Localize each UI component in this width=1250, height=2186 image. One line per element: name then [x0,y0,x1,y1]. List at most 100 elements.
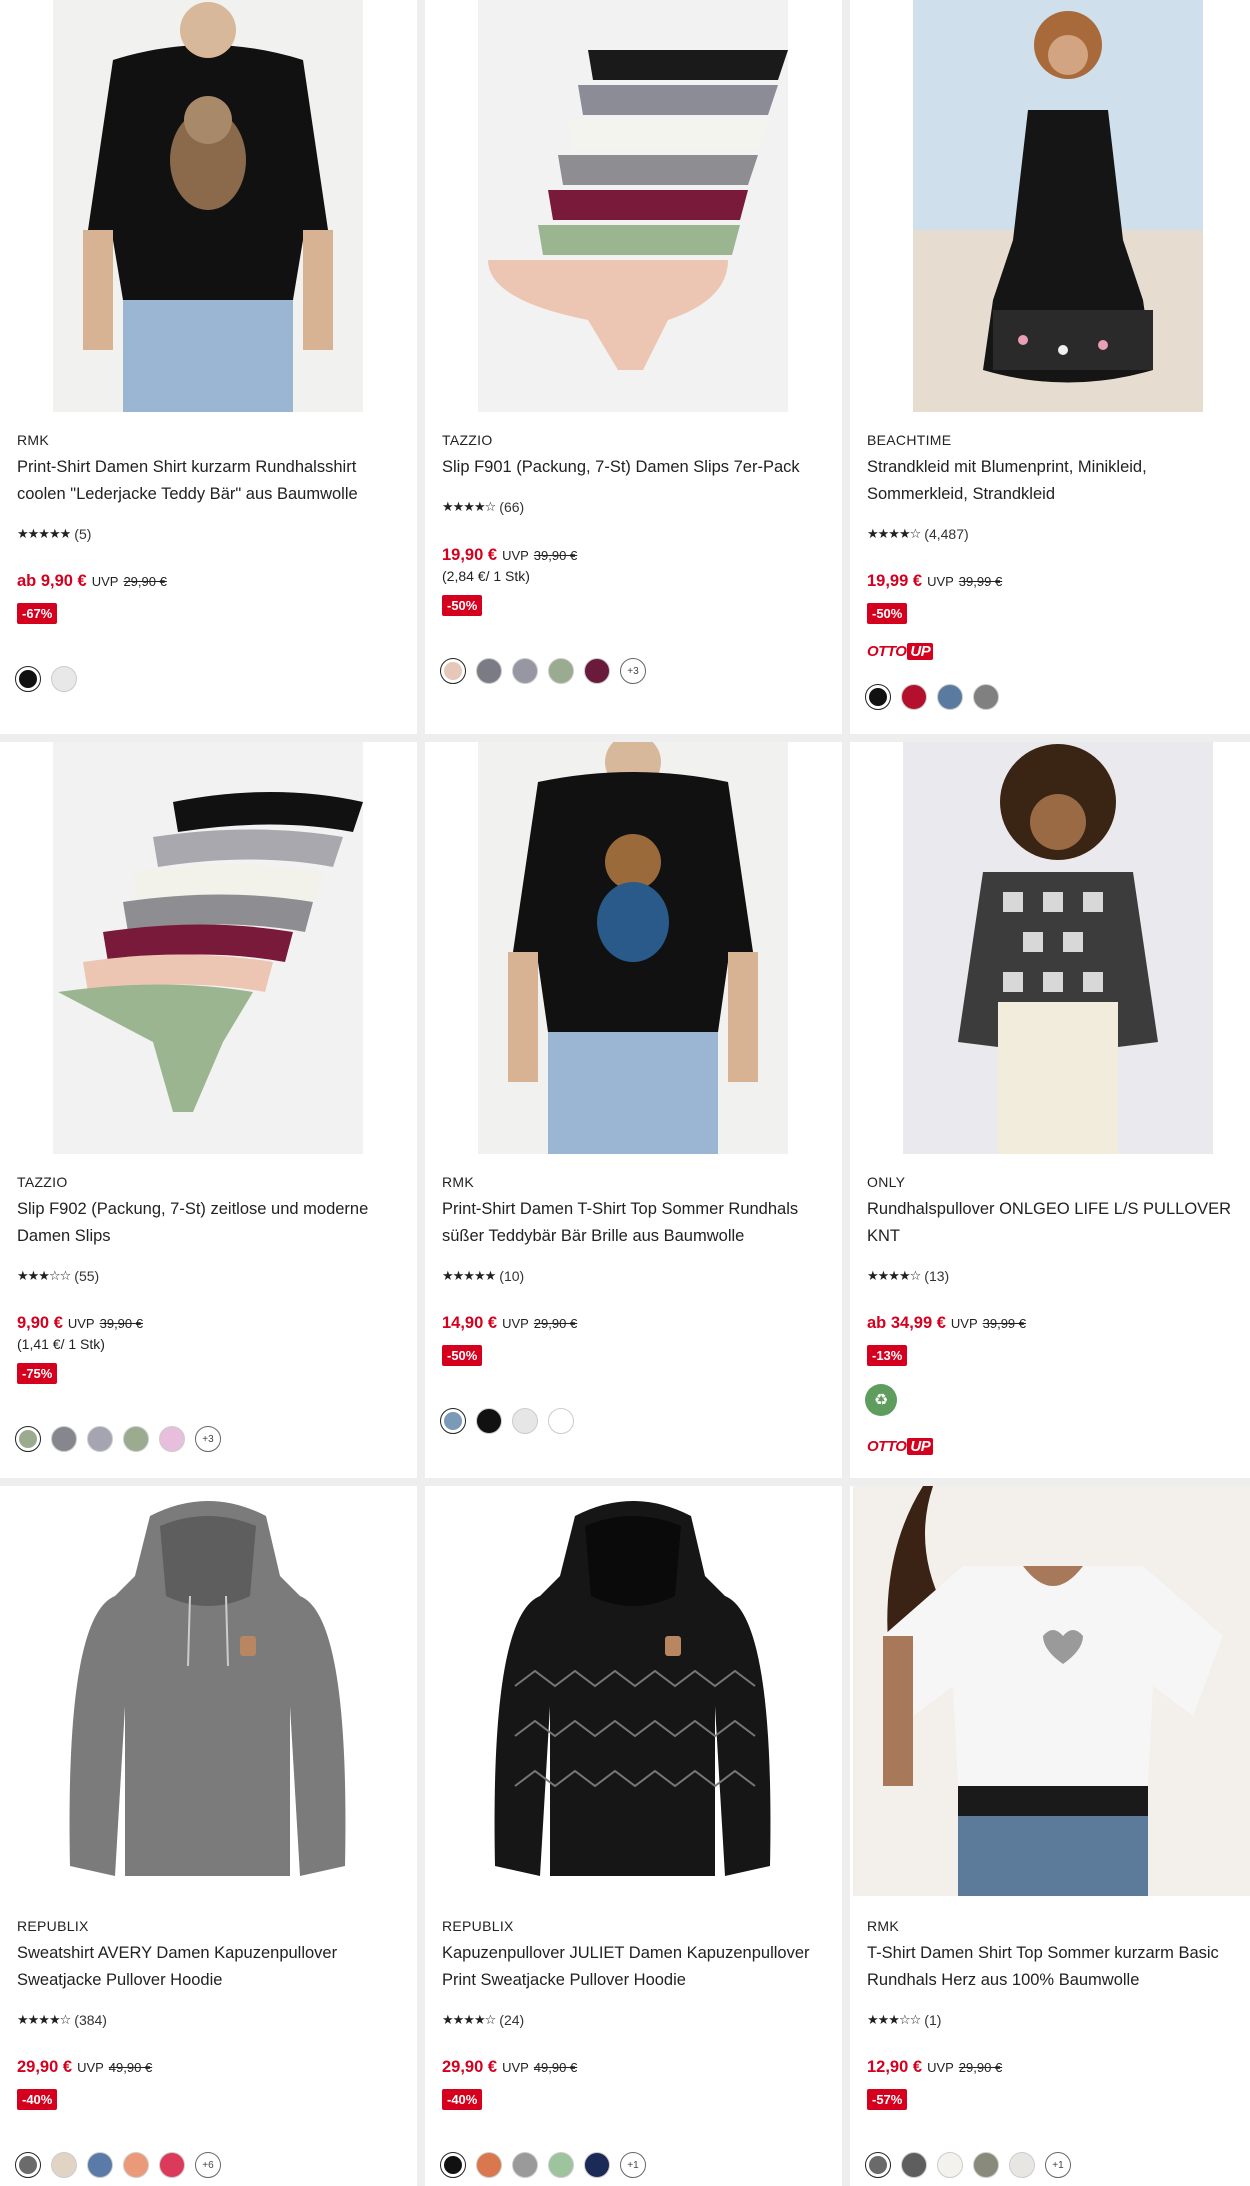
product-price: 9,90 € [17,1314,63,1332]
product-card[interactable]: BEACHTIME Strandkleid mit Blumenprint, M… [850,0,1250,734]
color-swatch[interactable] [512,658,538,684]
color-swatch[interactable] [51,1426,77,1452]
product-price: 14,90 € [442,1314,498,1332]
old-price: 39,99 € [958,574,1003,589]
color-swatch[interactable] [901,684,927,710]
old-price: 39,99 € [982,1316,1026,1331]
more-colors-button[interactable]: +1 [620,2152,646,2178]
review-count: (5) [74,526,92,542]
more-colors-button[interactable]: +3 [195,1426,221,1452]
color-swatch[interactable] [937,684,963,710]
product-brand: TAZZIO [17,1174,68,1190]
product-card[interactable]: RMK Print-Shirt Damen T-Shirt Top Sommer… [425,742,842,1478]
more-colors-button[interactable]: +1 [1045,2152,1071,2178]
color-swatch[interactable] [440,1408,466,1434]
product-card[interactable]: TAZZIO Slip F902 (Packung, 7-St) zeitlos… [0,742,417,1478]
product-card[interactable]: RMK Print-Shirt Damen Shirt kurzarm Rund… [0,0,417,734]
product-brand: BEACHTIME [867,432,952,448]
product-card[interactable]: ONLY Rundhalspullover ONLGEO LIFE L/S PU… [850,742,1250,1478]
color-swatch[interactable] [548,2152,574,2178]
product-title[interactable]: Slip F901 (Packung, 7-St) Damen Slips 7e… [442,454,822,481]
product-image[interactable] [478,0,788,412]
product-title[interactable]: T-Shirt Damen Shirt Top Sommer kurzarm B… [867,1940,1242,1994]
color-swatch[interactable] [440,658,466,684]
color-swatches: +1 [865,2152,1071,2178]
price-line: 29,90 € UVP 49,90 € [442,2058,577,2077]
product-title[interactable]: Print-Shirt Damen T-Shirt Top Sommer Run… [442,1196,822,1250]
product-image[interactable] [903,742,1213,1154]
more-colors-button[interactable]: +3 [620,658,646,684]
color-swatch[interactable] [476,658,502,684]
product-rating: ★★★★☆ (4,487) [867,526,969,542]
color-swatch[interactable] [901,2152,927,2178]
product-card[interactable]: RMK T-Shirt Damen Shirt Top Sommer kurza… [850,1486,1250,2186]
color-swatch[interactable] [584,658,610,684]
color-swatch[interactable] [159,1426,185,1452]
product-title[interactable]: Slip F902 (Packung, 7-St) zeitlose und m… [17,1196,397,1250]
review-count: (66) [499,499,525,515]
color-swatch[interactable] [159,2152,185,2178]
price-line: ab 9,90 € UVP 29,90 € [17,572,167,591]
discount-badge: -50% [867,603,908,624]
product-title[interactable]: Strandkleid mit Blumenprint, Minikleid, … [867,454,1242,508]
product-rating: ★★★★★ (10) [442,1268,524,1284]
color-swatch[interactable] [51,2152,77,2178]
color-swatch[interactable] [51,666,77,692]
color-swatch[interactable] [548,658,574,684]
color-swatch[interactable] [865,684,891,710]
uvp-label: UVP [502,548,529,563]
color-swatch[interactable] [476,2152,502,2178]
product-card[interactable]: REPUBLIX Sweatshirt AVERY Damen Kapuzenp… [0,1486,417,2186]
color-swatch[interactable] [973,684,999,710]
color-swatch[interactable] [123,1426,149,1452]
product-image[interactable] [425,1486,842,1896]
product-brand: RMK [17,432,50,448]
product-image[interactable] [53,0,363,412]
product-card[interactable]: TAZZIO Slip F901 (Packung, 7-St) Damen S… [425,0,842,734]
color-swatch[interactable] [15,666,41,692]
product-image[interactable] [913,0,1203,412]
product-image[interactable] [478,742,788,1154]
product-rating: ★★★☆☆ (55) [17,1268,99,1284]
product-brand: REPUBLIX [442,1918,514,1934]
review-count: (24) [499,2012,525,2028]
color-swatch[interactable] [440,2152,466,2178]
discount-badge: -57% [867,2089,908,2110]
uvp-label: UVP [91,574,119,589]
color-swatches: +3 [440,658,646,684]
product-image[interactable] [853,1486,1250,1896]
product-image[interactable] [0,1486,417,1896]
product-image[interactable] [53,742,363,1154]
color-swatches [440,1408,574,1434]
color-swatch[interactable] [512,2152,538,2178]
product-price: 29,90 € [17,2058,73,2076]
old-price: 29,90 € [958,2060,1003,2075]
color-swatch[interactable] [87,1426,113,1452]
color-swatch[interactable] [512,1408,538,1434]
product-title[interactable]: Rundhalspullover ONLGEO LIFE L/S PULLOVE… [867,1196,1242,1250]
old-price: 39,90 € [533,548,578,563]
review-count: (13) [924,1268,950,1284]
product-rating: ★★★★☆ (384) [17,2012,107,2028]
color-swatch[interactable] [15,2152,41,2178]
product-title[interactable]: Print-Shirt Damen Shirt kurzarm Rundhals… [17,454,397,508]
product-price: 29,90 € [442,2058,498,2076]
color-swatch[interactable] [476,1408,502,1434]
product-title[interactable]: Sweatshirt AVERY Damen Kapuzenpullover S… [17,1940,397,1994]
color-swatch[interactable] [15,1426,41,1452]
product-card[interactable]: REPUBLIX Kapuzenpullover JULIET Damen Ka… [425,1486,842,2186]
product-title[interactable]: Kapuzenpullover JULIET Damen Kapuzenpull… [442,1940,822,1994]
color-swatch[interactable] [584,2152,610,2178]
color-swatch[interactable] [87,2152,113,2178]
review-count: (384) [74,2012,107,2028]
review-count: (1) [924,2012,942,2028]
color-swatch[interactable] [548,1408,574,1434]
unit-price: (2,84 €/ 1 Stk) [442,568,530,584]
color-swatch[interactable] [123,2152,149,2178]
discount-badge: -40% [17,2089,58,2110]
color-swatch[interactable] [1009,2152,1035,2178]
color-swatch[interactable] [973,2152,999,2178]
color-swatch[interactable] [865,2152,891,2178]
color-swatch[interactable] [937,2152,963,2178]
more-colors-button[interactable]: +6 [195,2152,221,2178]
